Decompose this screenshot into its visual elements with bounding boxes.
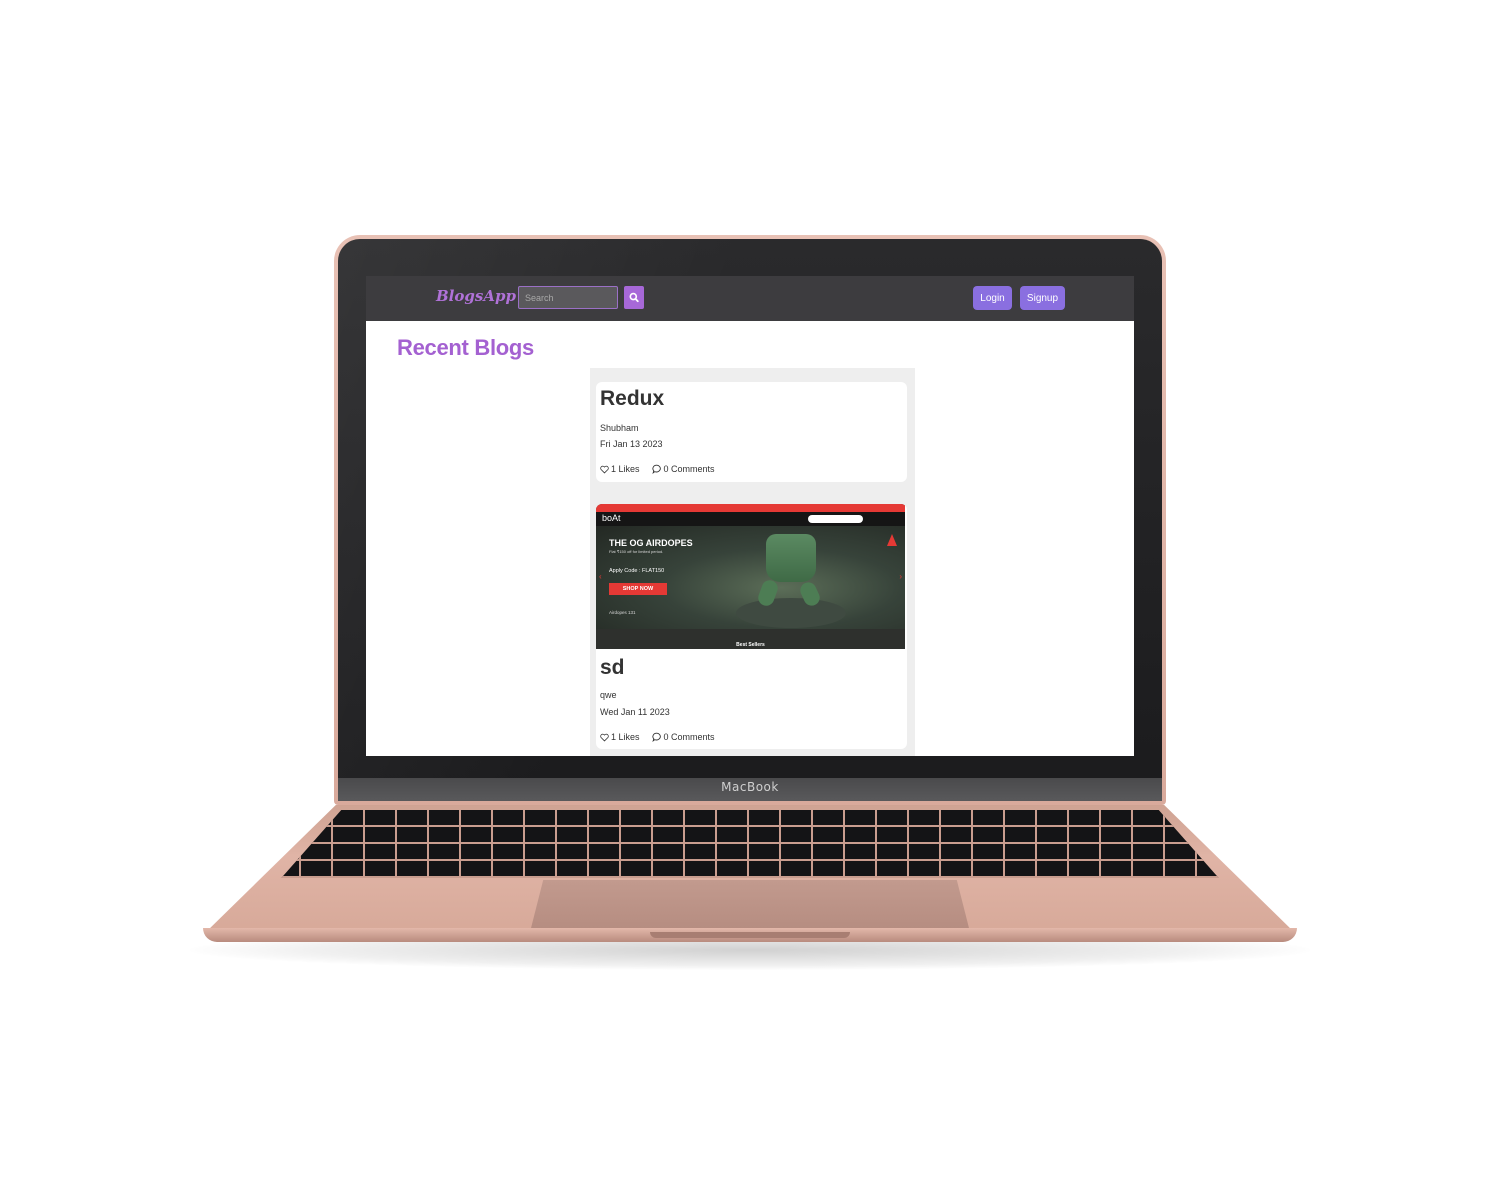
blog-actions: 1 Likes 0 Comments (600, 732, 715, 742)
like-button[interactable]: 1 Likes (600, 732, 640, 742)
blog-card[interactable]: Redux Shubham Fri Jan 13 2023 1 Likes 0 … (596, 382, 907, 482)
search-button[interactable] (624, 286, 644, 309)
image-prev-arrow-icon: ‹ (599, 572, 602, 581)
image-subtext: Flat ₹150 off for limited period. (609, 549, 664, 554)
blog-author: qwe (600, 690, 617, 700)
earbuds-case-graphic (766, 534, 816, 582)
image-product-name: Airdopes 131 (609, 610, 636, 615)
image-promo-strip (596, 504, 905, 512)
blog-date: Wed Jan 11 2023 (600, 707, 670, 717)
image-headline: THE OG AIRDOPES (609, 538, 693, 548)
search-icon (629, 292, 639, 303)
comments-count: 0 Comments (663, 732, 715, 742)
image-store-logo: boAt (602, 513, 621, 523)
heart-icon (600, 733, 609, 741)
blog-card[interactable]: boAt THE OG AIRDOPES Flat ₹150 off for l… (596, 504, 907, 749)
comment-icon (651, 464, 661, 474)
laptop-trackpad (530, 880, 970, 932)
likes-count: 1 Likes (611, 464, 640, 474)
heart-icon (600, 465, 609, 473)
image-section-title: Best Sellers (736, 642, 765, 648)
login-button[interactable]: Login (973, 286, 1012, 310)
browser-viewport: BlogsApp Login Signup Recent Blogs Redux… (366, 276, 1134, 756)
blog-feed: Redux Shubham Fri Jan 13 2023 1 Likes 0 … (590, 368, 915, 756)
image-promo-code: Apply Code : FLAT150 (609, 568, 665, 574)
blog-actions: 1 Likes 0 Comments (600, 464, 715, 474)
blog-cover-image[interactable]: boAt THE OG AIRDOPES Flat ₹150 off for l… (596, 504, 905, 649)
blog-title[interactable]: sd (600, 656, 625, 680)
comment-icon (651, 732, 661, 742)
app-logo[interactable]: BlogsApp (436, 287, 516, 305)
comments-count: 0 Comments (663, 464, 715, 474)
image-banner: THE OG AIRDOPES Flat ₹150 off for limite… (596, 526, 905, 629)
comments-button[interactable]: 0 Comments (651, 464, 715, 474)
image-shop-now: SHOP NOW (609, 583, 667, 595)
likes-count: 1 Likes (611, 732, 640, 742)
image-next-arrow-icon: › (899, 572, 902, 581)
image-store-nav: boAt (596, 512, 905, 526)
navbar: BlogsApp Login Signup (366, 276, 1134, 321)
image-store-search (808, 515, 863, 523)
like-button[interactable]: 1 Likes (600, 464, 640, 474)
signup-button[interactable]: Signup (1020, 286, 1065, 310)
blog-date: Fri Jan 13 2023 (600, 439, 663, 449)
laptop-opening-notch (650, 932, 850, 938)
image-brand-mark-icon (887, 534, 897, 546)
laptop-keyboard (281, 810, 1219, 878)
device-brand-label: MacBook (721, 780, 779, 794)
page-title: Recent Blogs (397, 335, 534, 360)
search-input[interactable] (518, 286, 618, 309)
comments-button[interactable]: 0 Comments (651, 732, 715, 742)
blog-author: Shubham (600, 423, 639, 433)
blog-title[interactable]: Redux (600, 387, 664, 411)
